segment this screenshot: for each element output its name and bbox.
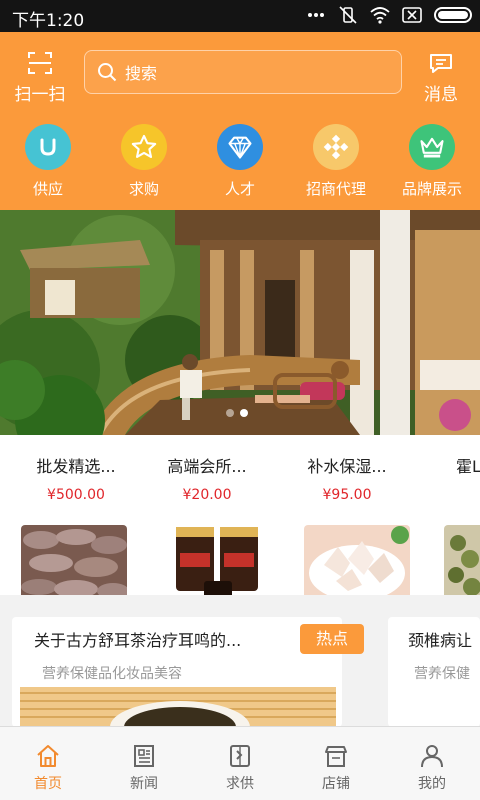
diamond-icon <box>217 124 263 170</box>
news-card[interactable]: 颈椎病让 营养保健 <box>388 617 480 727</box>
scan-icon <box>28 52 52 74</box>
promo-banner[interactable] <box>0 210 480 435</box>
product-card[interactable]: 高端会所... ¥20.00 <box>152 453 270 595</box>
nav-label: 新闻 <box>130 776 158 792</box>
news-card[interactable]: 关于古方舒耳茶治疗耳鸣的... 营养保健品化妆品美容 <box>12 617 342 727</box>
wifi-icon <box>370 7 390 24</box>
message-button[interactable]: 消息 <box>418 50 464 105</box>
hot-badge: 热点 <box>300 624 364 654</box>
star-icon <box>121 124 167 170</box>
message-label: 消息 <box>424 85 458 105</box>
scan-label: 扫一扫 <box>14 85 66 105</box>
search-input[interactable]: 搜索 <box>84 50 402 94</box>
category-talent[interactable]: 人才 <box>192 124 288 199</box>
news-thumbnail <box>20 687 336 727</box>
product-card[interactable]: 批发精选... ¥500.00 <box>21 453 131 595</box>
supply-demand-icon <box>230 745 250 767</box>
mute-vibrate-icon <box>339 6 357 24</box>
product-price: ¥500.00 <box>47 487 105 503</box>
status-time: 下午1:20 <box>12 11 85 31</box>
product-image <box>21 525 127 595</box>
nav-home[interactable]: 首页 <box>0 727 96 800</box>
header: 扫一扫 搜索 消息 供应 求购 人才 招商代理 品牌展示 <box>0 32 480 210</box>
banner-indicator <box>226 409 248 417</box>
category-label: 供应 <box>32 180 63 198</box>
product-image <box>304 525 410 595</box>
nav-label: 首页 <box>34 776 62 792</box>
banner-dot[interactable] <box>226 409 234 417</box>
news-section: 关于古方舒耳茶治疗耳鸣的... 营养保健品化妆品美容 热点 颈椎病让 营养保健 <box>0 605 480 727</box>
no-sim-icon <box>402 7 422 23</box>
product-name: 高端会所... <box>167 457 247 476</box>
product-price: ¥95.00 <box>322 487 372 503</box>
status-icons <box>306 6 472 24</box>
home-icon <box>37 745 59 767</box>
nav-news[interactable]: 新闻 <box>96 727 192 800</box>
news-category: 营养保健 <box>414 666 470 682</box>
product-name: 霍L <box>456 457 480 476</box>
category-label: 招商代理 <box>305 180 366 198</box>
product-image <box>164 525 270 595</box>
category-purchase[interactable]: 求购 <box>96 124 192 199</box>
product-card[interactable]: 补水保湿... ¥95.00 <box>292 453 410 595</box>
product-row: 批发精选... ¥500.00 高端会所... ¥20.00 补水保湿... ¥… <box>0 435 480 595</box>
category-agency[interactable]: 招商代理 <box>288 124 384 199</box>
crown-icon <box>409 124 455 170</box>
bottom-nav: 首页 新闻 求供 店铺 我的 <box>0 726 480 800</box>
category-label: 品牌展示 <box>401 180 462 198</box>
category-supply[interactable]: 供应 <box>0 124 96 199</box>
product-image <box>444 525 480 595</box>
nav-label: 店铺 <box>322 776 350 792</box>
search-icon <box>98 63 117 82</box>
scan-button[interactable]: 扫一扫 <box>10 50 70 105</box>
news-title: 关于古方舒耳茶治疗耳鸣的... <box>34 631 242 650</box>
more-dots-icon <box>308 13 324 17</box>
nav-label: 我的 <box>418 776 446 792</box>
battery-icon <box>434 7 472 23</box>
product-price: ¥20.00 <box>182 487 232 503</box>
category-bar: 供应 求购 人才 招商代理 品牌展示 <box>0 124 480 199</box>
product-name: 补水保湿... <box>307 457 387 476</box>
search-placeholder: 搜索 <box>125 64 158 83</box>
message-icon <box>430 54 452 73</box>
nav-store[interactable]: 店铺 <box>288 727 384 800</box>
nav-profile[interactable]: 我的 <box>384 727 480 800</box>
resort-banner-image <box>0 210 480 435</box>
nav-label: 求供 <box>226 776 254 792</box>
category-label: 求购 <box>128 180 159 198</box>
product-card[interactable]: 霍L <box>432 453 480 595</box>
news-icon <box>134 745 154 767</box>
user-icon <box>421 745 443 768</box>
banner-dot-active[interactable] <box>240 409 248 417</box>
category-label: 人才 <box>224 180 255 198</box>
category-brand[interactable]: 品牌展示 <box>384 124 480 199</box>
nav-supply-demand[interactable]: 求供 <box>192 727 288 800</box>
store-icon <box>325 746 347 767</box>
product-name: 批发精选... <box>36 457 116 476</box>
supply-u-icon <box>25 124 71 170</box>
news-title: 颈椎病让 <box>408 631 473 650</box>
status-bar: 下午1:20 <box>0 0 480 32</box>
cross-dots-icon <box>313 124 359 170</box>
news-category: 营养保健品化妆品美容 <box>42 666 182 682</box>
